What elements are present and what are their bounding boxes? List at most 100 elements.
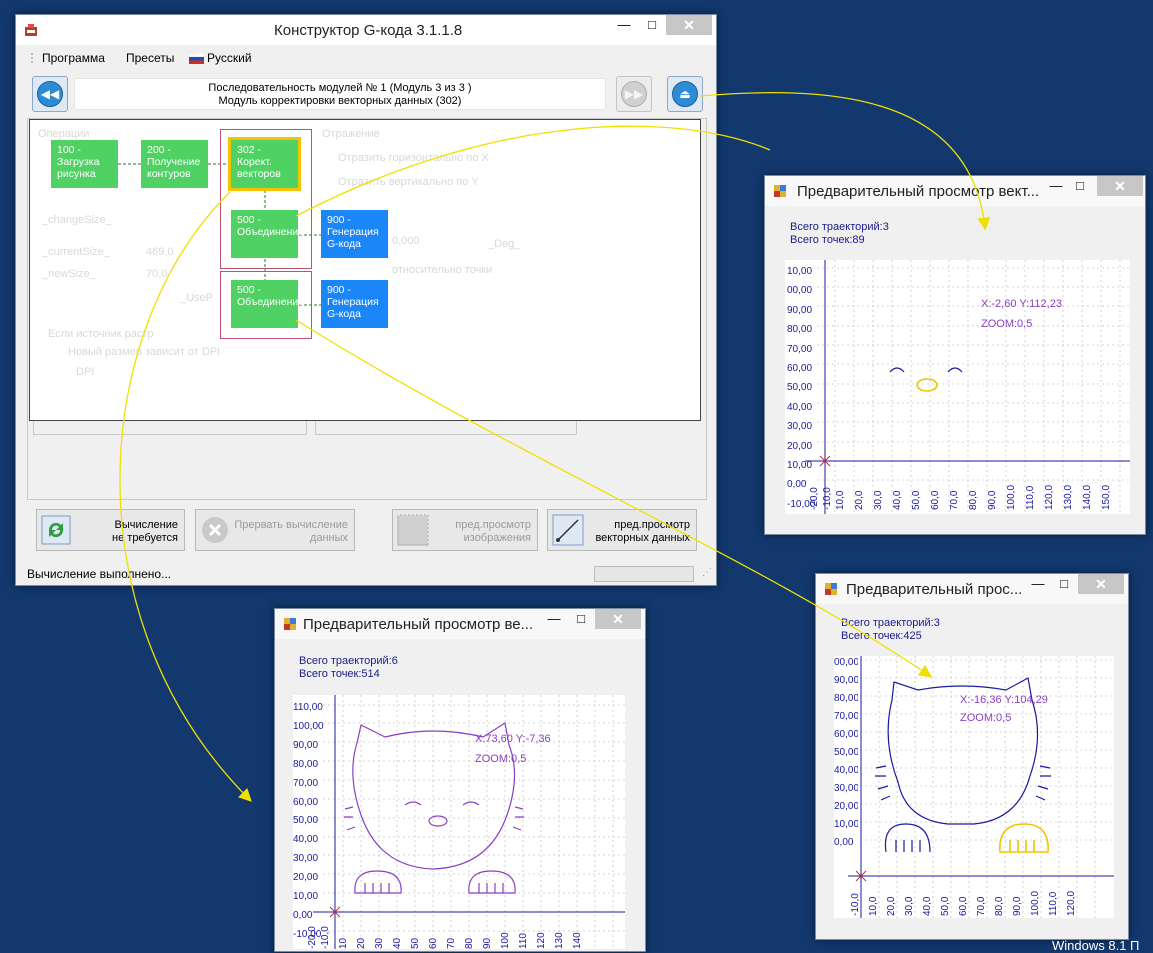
preview-vector-button[interactable]: пред.просмотр векторных данных xyxy=(547,509,697,551)
x-tick: 90 xyxy=(482,937,493,949)
x-tick: -20,0 xyxy=(809,487,820,510)
x-tick: 10 xyxy=(338,937,349,949)
preview-app-icon xyxy=(284,618,296,630)
cursor-coords: X:-16,36 Y:104,29 xyxy=(960,694,1048,706)
vector-plot[interactable]: 10,00 00,00 90,00 80,00 70,00 60,00 50,00 40,00… xyxy=(785,260,1130,514)
y-tick: 20,00 xyxy=(293,872,319,884)
menu-bar: ⋮ Программа Пресеты Русский xyxy=(16,45,716,69)
y-tick: 80,00 xyxy=(293,758,319,770)
x-tick: 40,0 xyxy=(922,896,933,916)
resize-grip-icon[interactable]: ⋰ xyxy=(702,567,712,578)
y-tick: 20,00 xyxy=(834,801,858,812)
y-tick: 70,00 xyxy=(787,343,813,355)
y-tick-labels: 00,00 90,00 80,00 70,00 60,00 50,00 40,00 30,00… xyxy=(834,654,858,852)
module-node-900[interactable]: 900 - Генерация G-кода xyxy=(321,280,388,328)
x-tick: 150,0 xyxy=(1101,484,1112,510)
module-node-500[interactable]: 500 - Объединение xyxy=(231,210,304,258)
module-node-500[interactable]: 500 - Объединение xyxy=(231,280,304,328)
close-button[interactable]: ✕ xyxy=(666,15,712,35)
prev-module-button[interactable]: ◀◀ xyxy=(32,76,68,112)
close-button[interactable]: ✕ xyxy=(1078,574,1124,594)
maximize-button[interactable]: □ xyxy=(1050,574,1078,594)
y-tick: 80,00 xyxy=(787,324,813,336)
x-tick-labels: -20,0 -10,0 10 20 30 40 50 60 70 80 90 1… xyxy=(307,913,590,949)
x-tick: 120,0 xyxy=(1066,890,1077,916)
trajectory-info: Всего траекторий:3 Всего точек:425 xyxy=(841,617,940,643)
y-tick: 80,00 xyxy=(834,693,858,704)
main-titlebar[interactable]: Конструктор G-кода 3.1.1.8 — □ ✕ xyxy=(16,15,716,45)
module-node-100[interactable]: 100 - Загрузка рисунка xyxy=(51,140,118,188)
next-module-button[interactable]: ▶▶ xyxy=(616,76,652,112)
module-node-200[interactable]: 200 - Получение контуров xyxy=(141,140,208,188)
x-tick: 60,0 xyxy=(958,896,969,916)
preview-titlebar[interactable]: Предварительный прос... — □ ✕ xyxy=(816,574,1128,604)
y-tick: 50,00 xyxy=(787,382,813,394)
abort-button[interactable]: Прервать вычисление данных xyxy=(195,509,355,551)
preview-titlebar[interactable]: Предварительный просмотр вект... — □ ✕ xyxy=(765,176,1145,206)
trajectory-info: Всего траекторий:6 Всего точек:514 xyxy=(299,655,398,681)
x-tick: 50,0 xyxy=(940,896,951,916)
close-button[interactable]: ✕ xyxy=(595,609,641,629)
y-tick: 90,00 xyxy=(834,675,858,686)
progress-bar xyxy=(594,566,694,582)
app-icon xyxy=(25,24,37,36)
minimize-button[interactable]: — xyxy=(540,609,568,629)
x-tick: 140,0 xyxy=(1082,484,1093,510)
preview-title: Предварительный просмотр вект... xyxy=(797,183,1040,200)
x-tick: 20,0 xyxy=(886,896,897,916)
maximize-button[interactable]: □ xyxy=(1066,176,1094,196)
y-tick: 30,00 xyxy=(787,421,813,433)
vector-plot[interactable]: 110,00 100,00 90,00 80,00 70,00 60,00 50,00 40,… xyxy=(293,695,625,949)
x-tick: 80,0 xyxy=(968,490,979,510)
y-tick: 50,00 xyxy=(293,815,319,827)
x-tick: 110,0 xyxy=(1025,485,1036,510)
status-bar: Вычисление выполнено... ⋰ xyxy=(16,563,716,585)
x-tick: 130,0 xyxy=(1063,484,1074,510)
x-tick: 90,0 xyxy=(1012,896,1023,916)
minimize-button[interactable]: — xyxy=(1024,574,1052,594)
x-tick: 70,0 xyxy=(949,490,960,510)
x-tick: 90,0 xyxy=(987,490,998,510)
menu-program[interactable]: Программа xyxy=(42,51,105,65)
y-tick: 90,00 xyxy=(787,304,813,316)
y-tick: 90,00 xyxy=(293,739,319,751)
vector-plot[interactable]: 00,00 90,00 80,00 70,00 60,00 50,00 40,00 30,00… xyxy=(834,656,1114,918)
x-tick: 100,0 xyxy=(1030,890,1041,916)
stop-icon xyxy=(202,517,228,543)
x-tick: 30,0 xyxy=(873,490,884,510)
minimize-button[interactable]: — xyxy=(610,15,638,35)
menu-language[interactable]: Русский xyxy=(207,51,252,65)
preview-titlebar[interactable]: Предварительный просмотр ве... — □ ✕ xyxy=(275,609,645,639)
eject-button[interactable]: ⏏ xyxy=(667,76,703,112)
y-tick-labels: 110,00 100,00 90,00 80,00 70,00 60,00 50,00 40,… xyxy=(293,699,331,945)
desktop-watermark: Windows 8.1 П xyxy=(1052,938,1140,953)
close-button[interactable]: ✕ xyxy=(1097,176,1143,196)
point-count: Всего точек:89 xyxy=(790,234,865,246)
sequence-line-2: Модуль корректировки векторных данных (3… xyxy=(218,95,462,107)
x-tick: 50 xyxy=(410,937,421,949)
y-tick: 0,00 xyxy=(834,837,854,848)
maximize-button[interactable]: □ xyxy=(567,609,595,629)
x-tick: 130 xyxy=(554,932,565,949)
preview-image-button[interactable]: пред.просмотр изображения xyxy=(392,509,538,551)
y-tick: 70,00 xyxy=(293,777,319,789)
x-tick: 50,0 xyxy=(911,490,922,510)
trajectory-info: Всего траекторий:3 Всего точек:89 xyxy=(790,221,889,247)
menu-presets[interactable]: Пресеты xyxy=(126,51,174,65)
connector-lines xyxy=(118,163,321,306)
x-tick: 60 xyxy=(428,937,439,949)
trajectory-count: Всего траекторий:3 xyxy=(841,617,940,629)
eject-icon: ⏏ xyxy=(672,81,698,107)
plot-svg xyxy=(313,695,625,949)
image-preview-icon xyxy=(397,514,429,546)
maximize-button[interactable]: □ xyxy=(638,15,666,35)
module-node-302[interactable]: 302 - Корект. векторов xyxy=(228,137,301,191)
y-tick: 10,00 xyxy=(293,891,319,903)
x-tick: 70,0 xyxy=(976,896,987,916)
x-tick: -20,0 xyxy=(307,926,318,949)
calculate-button[interactable]: Вычисление не требуется xyxy=(36,509,185,551)
module-node-900[interactable]: 900 - Генерация G-кода xyxy=(321,210,388,258)
module-chain-canvas[interactable]: Операции Отражение Отразить горизонтальн… xyxy=(29,119,701,421)
trajectory-count: Всего траекторий:6 xyxy=(299,655,398,667)
y-tick: 70,00 xyxy=(834,711,858,722)
